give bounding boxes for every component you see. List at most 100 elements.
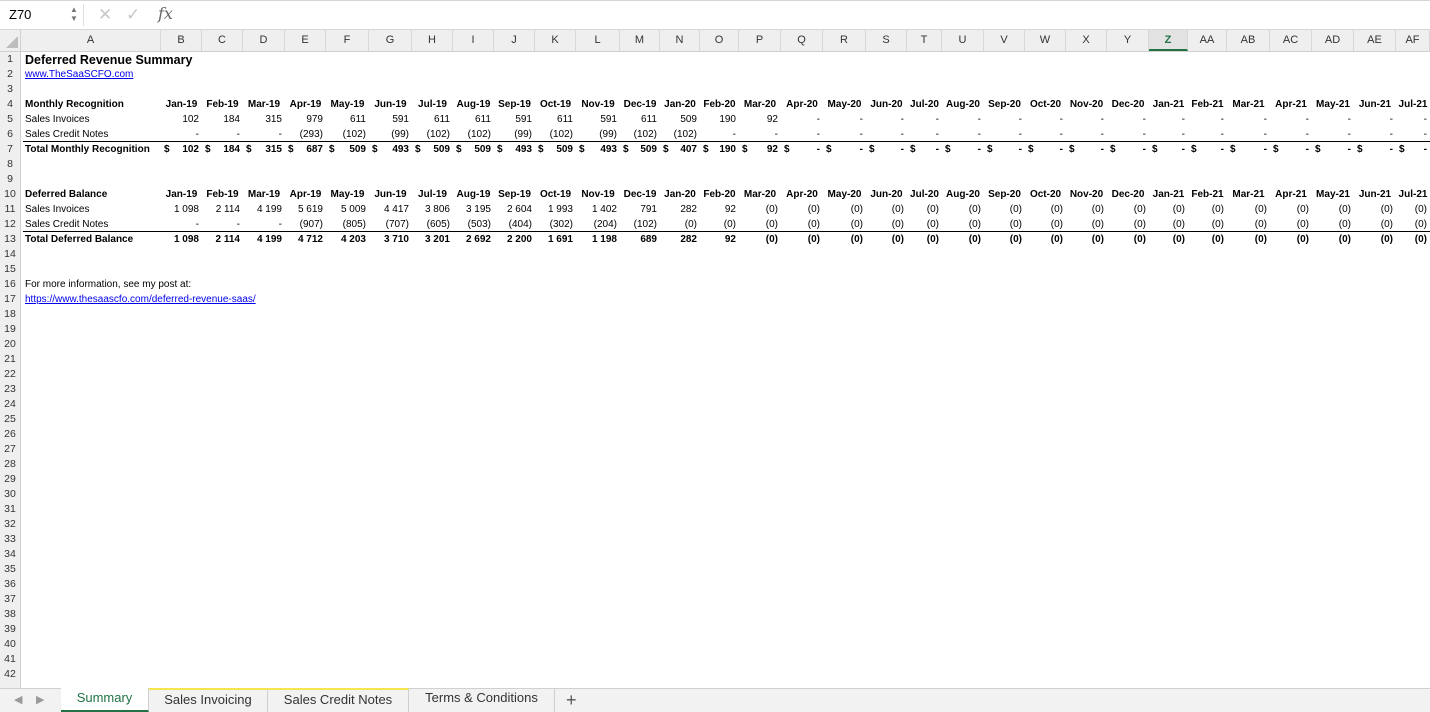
column-header-t[interactable]: T <box>907 30 942 51</box>
row-header[interactable]: 19 <box>0 322 20 337</box>
column-header-af[interactable]: AF <box>1396 30 1430 51</box>
info-link[interactable]: https://www.thesaascfo.com/deferred-reve… <box>25 292 256 307</box>
select-all-corner[interactable] <box>0 30 21 51</box>
column-header-f[interactable]: F <box>326 30 369 51</box>
row-header[interactable]: 28 <box>0 457 20 472</box>
cancel-icon[interactable]: ✕ <box>98 6 112 24</box>
row-header[interactable]: 8 <box>0 157 20 172</box>
column-header-ab[interactable]: AB <box>1227 30 1270 51</box>
column-header-d[interactable]: D <box>243 30 285 51</box>
row-header[interactable]: 35 <box>0 562 20 577</box>
row-header[interactable]: 40 <box>0 637 20 652</box>
add-sheet-button[interactable]: + <box>566 690 577 710</box>
column-header-i[interactable]: I <box>453 30 494 51</box>
column-header-s[interactable]: S <box>866 30 907 51</box>
column-header-u[interactable]: U <box>942 30 984 51</box>
row-header[interactable]: 42 <box>0 667 20 682</box>
row-header[interactable]: 39 <box>0 622 20 637</box>
insert-function-icon[interactable]: fx <box>158 4 173 23</box>
row-header[interactable]: 27 <box>0 442 20 457</box>
row-header[interactable]: 6 <box>0 127 20 142</box>
value-cell: - <box>859 114 863 125</box>
currency-symbol: $ <box>1273 144 1279 155</box>
row-header[interactable]: 38 <box>0 607 20 622</box>
column-header-b[interactable]: B <box>161 30 202 51</box>
name-box-spinner-icon[interactable]: ▲ ▼ <box>70 5 78 23</box>
confirm-icon[interactable]: ✓ <box>126 6 140 24</box>
row-header[interactable]: 7 <box>0 142 20 157</box>
row-header[interactable]: 41 <box>0 652 20 667</box>
column-header-ac[interactable]: AC <box>1270 30 1312 51</box>
select-all-icon[interactable] <box>6 36 18 48</box>
row-header[interactable]: 14 <box>0 247 20 262</box>
row-header[interactable]: 25 <box>0 412 20 427</box>
column-header-g[interactable]: G <box>369 30 412 51</box>
month-header: Oct-19 <box>539 189 572 200</box>
row-header[interactable]: 24 <box>0 397 20 412</box>
row-header[interactable]: 10 <box>0 187 20 202</box>
row-header[interactable]: 30 <box>0 487 20 502</box>
formula-input[interactable] <box>182 3 1426 29</box>
row-header[interactable]: 22 <box>0 367 20 382</box>
column-header-z[interactable]: Z <box>1149 30 1188 51</box>
row-header[interactable]: 18 <box>0 307 20 322</box>
column-header-n[interactable]: N <box>660 30 700 51</box>
row-header[interactable]: 29 <box>0 472 20 487</box>
column-header-h[interactable]: H <box>412 30 453 51</box>
sheet-tab-sales-credit-notes[interactable]: Sales Credit Notes <box>268 688 409 712</box>
row-header[interactable]: 16 <box>0 277 20 292</box>
sheet-tab-summary[interactable]: Summary <box>61 688 149 712</box>
column-header-o[interactable]: O <box>700 30 739 51</box>
row-header[interactable]: 3 <box>0 82 20 97</box>
row-header[interactable]: 5 <box>0 112 20 127</box>
column-header-ae[interactable]: AE <box>1354 30 1396 51</box>
column-header-c[interactable]: C <box>202 30 243 51</box>
column-header-v[interactable]: V <box>984 30 1025 51</box>
website-link[interactable]: www.TheSaaSCFO.com <box>25 67 133 82</box>
row-header[interactable]: 26 <box>0 427 20 442</box>
column-header-q[interactable]: Q <box>781 30 823 51</box>
column-header-a[interactable]: A <box>21 30 161 51</box>
column-header-aa[interactable]: AA <box>1188 30 1227 51</box>
row-header[interactable]: 32 <box>0 517 20 532</box>
column-header-l[interactable]: L <box>576 30 620 51</box>
column-header-x[interactable]: X <box>1066 30 1107 51</box>
month-header: Apr-19 <box>289 189 322 200</box>
scroll-tabs-left-icon[interactable]: ◀ <box>14 693 22 706</box>
month-header: Feb-20 <box>703 189 736 200</box>
row-header[interactable]: 23 <box>0 382 20 397</box>
column-header-k[interactable]: K <box>535 30 576 51</box>
column-header-y[interactable]: Y <box>1107 30 1149 51</box>
total-value-cell: $315 <box>243 142 285 157</box>
row-header[interactable]: 20 <box>0 337 20 352</box>
sheet-tab-sales-invoicing[interactable]: Sales Invoicing <box>149 688 268 712</box>
row-header[interactable]: 34 <box>0 547 20 562</box>
column-header-r[interactable]: R <box>823 30 866 51</box>
row-header[interactable]: 21 <box>0 352 20 367</box>
row-header[interactable]: 13 <box>0 232 20 247</box>
month-header: Oct-19 <box>539 99 572 110</box>
row-header[interactable]: 31 <box>0 502 20 517</box>
value-cell: (0) <box>1050 204 1063 215</box>
column-header-ad[interactable]: AD <box>1312 30 1354 51</box>
row-header[interactable]: 9 <box>0 172 20 187</box>
row-header[interactable]: 36 <box>0 577 20 592</box>
row-header[interactable]: 4 <box>0 97 20 112</box>
spreadsheet-grid[interactable]: Deferred Revenue Summary www.TheSaaSCFO.c… <box>21 52 1430 688</box>
row-header[interactable]: 2 <box>0 67 20 82</box>
column-header-p[interactable]: P <box>739 30 781 51</box>
row-header[interactable]: 12 <box>0 217 20 232</box>
column-header-j[interactable]: J <box>494 30 535 51</box>
row-header[interactable]: 17 <box>0 292 20 307</box>
row-header[interactable]: 37 <box>0 592 20 607</box>
column-header-m[interactable]: M <box>620 30 660 51</box>
column-header-w[interactable]: W <box>1025 30 1066 51</box>
sheet-tab-terms-conditions[interactable]: Terms & Conditions <box>409 688 555 712</box>
row-header[interactable]: 1 <box>0 52 20 67</box>
row-header[interactable]: 15 <box>0 262 20 277</box>
column-header-e[interactable]: E <box>285 30 326 51</box>
row-header[interactable]: 11 <box>0 202 20 217</box>
row-header[interactable]: 33 <box>0 532 20 547</box>
scroll-tabs-right-icon[interactable]: ▶ <box>36 693 44 706</box>
total-value-cell: (0) <box>926 234 939 245</box>
